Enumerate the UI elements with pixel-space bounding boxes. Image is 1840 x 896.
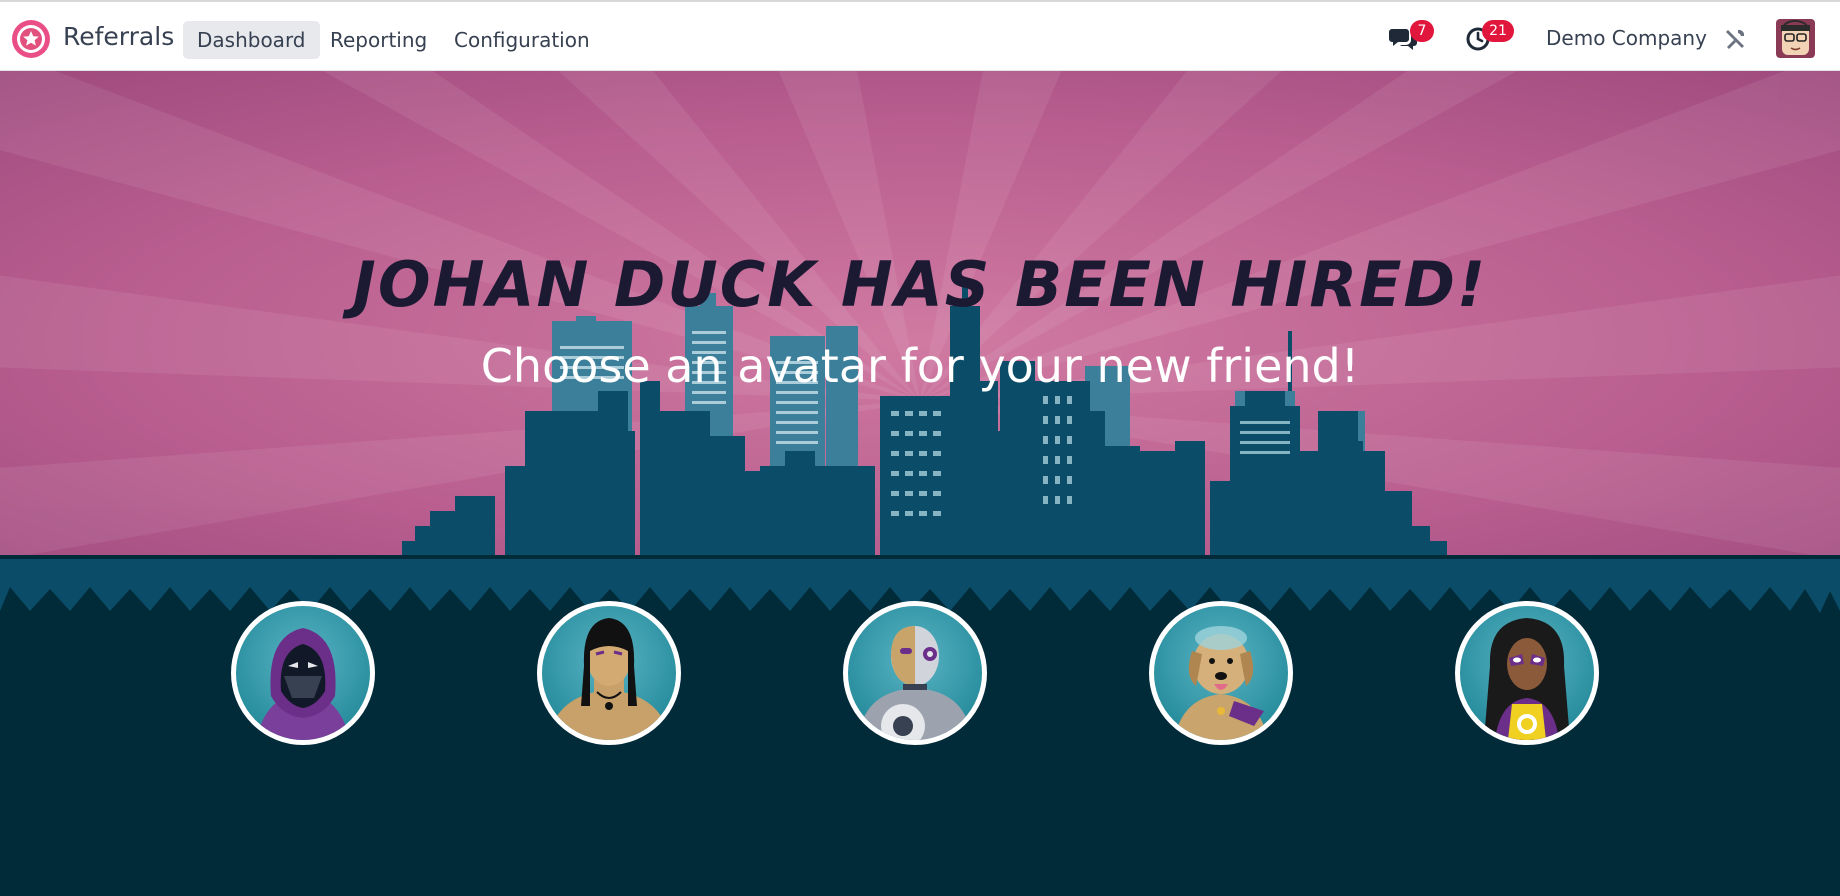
company-switcher[interactable]: Demo Company bbox=[1546, 26, 1707, 50]
app-name[interactable]: Referrals bbox=[63, 22, 174, 51]
choose-avatar-subheadline: Choose an avatar for your new friend! bbox=[480, 339, 1360, 393]
top-navbar: Referrals Dashboard Reporting Configurat… bbox=[0, 0, 1840, 71]
long-hair-warrior-avatar[interactable] bbox=[537, 601, 681, 745]
referrals-logo-icon[interactable] bbox=[11, 19, 51, 59]
dog-hero-avatar[interactable] bbox=[1149, 601, 1293, 745]
masked-heroine-avatar[interactable] bbox=[1455, 601, 1599, 745]
messages-badge: 7 bbox=[1410, 20, 1434, 42]
cyborg-avatar[interactable] bbox=[843, 601, 987, 745]
hired-banner: Johan Duck has been hired! Choose an ava… bbox=[0, 71, 1840, 896]
menu-reporting[interactable]: Reporting bbox=[316, 21, 441, 59]
hired-headline: Johan Duck has been hired! bbox=[352, 248, 1488, 321]
tools-icon bbox=[1726, 29, 1745, 49]
hooded-ninja-avatar[interactable] bbox=[231, 601, 375, 745]
menu-configuration[interactable]: Configuration bbox=[440, 21, 604, 59]
menu-dashboard[interactable]: Dashboard bbox=[183, 21, 320, 59]
activities-badge: 21 bbox=[1482, 20, 1514, 42]
user-avatar[interactable] bbox=[1776, 19, 1815, 58]
debug-tools-button[interactable] bbox=[1723, 27, 1747, 55]
city-skyline-illustration bbox=[0, 71, 1840, 896]
